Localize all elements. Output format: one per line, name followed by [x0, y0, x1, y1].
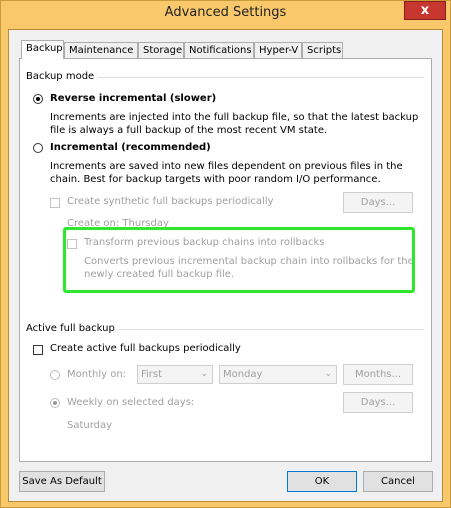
monthly-radio[interactable] — [50, 370, 60, 380]
highlight-box — [63, 227, 415, 293]
synthetic-days-button[interactable]: Days... — [343, 192, 413, 213]
synthetic-full-checkbox[interactable] — [50, 198, 60, 208]
synthetic-full-label[interactable]: Create synthetic full backups periodical… — [67, 196, 274, 207]
incremental-radio[interactable] — [33, 143, 43, 153]
active-full-checkbox[interactable] — [33, 345, 43, 355]
weekly-days-text: Saturday — [67, 420, 113, 431]
weekly-days-button[interactable]: Days... — [343, 392, 413, 413]
incremental-desc-line-2: chain. Best for backup targets with poor… — [50, 174, 381, 185]
save-as-default-button[interactable]: Save As Default — [19, 471, 105, 492]
monthly-label[interactable]: Monthly on: — [67, 369, 126, 380]
monthly-week-select[interactable]: First ⌄ — [137, 365, 213, 384]
monthly-day-value: Monday — [223, 369, 263, 380]
ok-button[interactable]: OK — [287, 471, 357, 492]
months-button[interactable]: Months... — [343, 364, 413, 385]
close-button[interactable]: x — [404, 1, 446, 20]
tab-notifications[interactable]: Notifications — [184, 42, 254, 58]
weekly-radio[interactable] — [50, 398, 60, 408]
active-full-group-label: Active full backup — [26, 323, 119, 334]
monthly-day-select[interactable]: Monday ⌄ — [219, 365, 337, 384]
active-full-label[interactable]: Create active full backups periodically — [50, 343, 241, 354]
incremental-desc-line-1: Increments are saved into new files depe… — [50, 161, 403, 172]
tab-hyper-v[interactable]: Hyper-V — [254, 42, 302, 58]
chevron-down-icon: ⌄ — [324, 369, 332, 379]
reverse-desc-line-2: file is always a full backup of the most… — [50, 125, 328, 136]
tab-maintenance[interactable]: Maintenance — [64, 42, 138, 58]
close-icon: x — [420, 3, 430, 18]
window-title: Advanced Settings — [164, 5, 287, 20]
backup-mode-group-label: Backup mode — [26, 71, 99, 82]
chevron-down-icon: ⌄ — [200, 369, 208, 379]
tab-storage[interactable]: Storage — [138, 42, 184, 58]
cancel-button[interactable]: Cancel — [363, 471, 433, 492]
tab-backup[interactable]: Backup — [21, 40, 64, 59]
reverse-incremental-description: Increments are injected into the full ba… — [50, 111, 418, 137]
incremental-description: Increments are saved into new files depe… — [50, 160, 403, 186]
reverse-desc-line-1: Increments are injected into the full ba… — [50, 112, 419, 123]
monthly-week-value: First — [141, 369, 163, 380]
reverse-incremental-label[interactable]: Reverse incremental (slower) — [50, 93, 216, 104]
tab-scripts[interactable]: Scripts — [302, 42, 343, 58]
incremental-label[interactable]: Incremental (recommended) — [50, 142, 211, 153]
weekly-label[interactable]: Weekly on selected days: — [67, 397, 194, 408]
reverse-incremental-radio[interactable] — [33, 94, 43, 104]
title-bar[interactable]: Advanced Settings x — [1, 1, 450, 27]
